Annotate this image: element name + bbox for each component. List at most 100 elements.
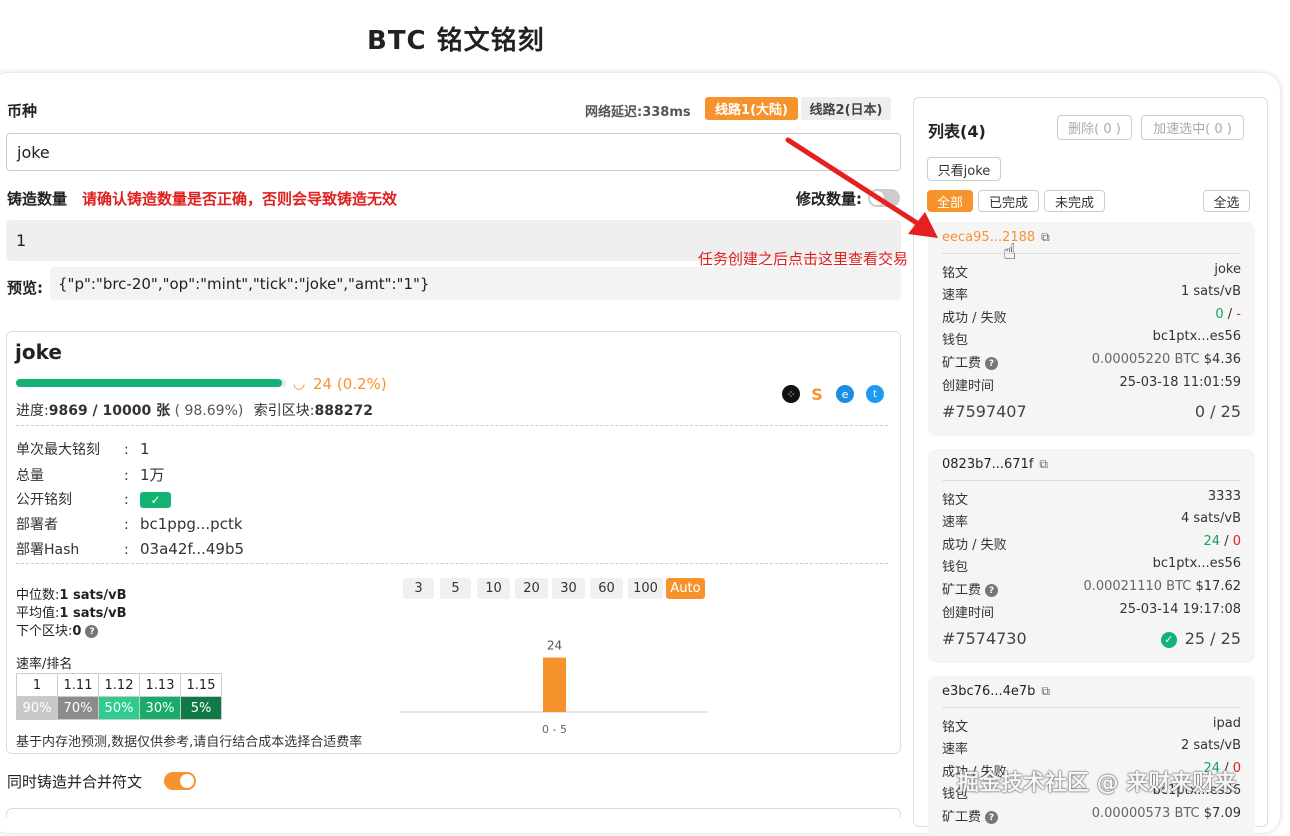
task-row: 创建时间 25-03-14 19:17:08 bbox=[942, 602, 1241, 621]
fee-chip-100[interactable]: 100 bbox=[628, 578, 663, 599]
fee-chip-10[interactable]: 10 bbox=[477, 578, 510, 599]
rate-cell[interactable]: 1.13 bbox=[139, 673, 181, 697]
divider bbox=[16, 425, 888, 426]
rate-rank-label: 速率/排名 bbox=[16, 657, 73, 672]
fee-chip-20[interactable]: 20 bbox=[515, 578, 548, 599]
rate-cell[interactable]: 1.12 bbox=[98, 673, 140, 697]
task-row: 矿工费? 0.00000573 BTC $7.09 bbox=[942, 806, 1241, 825]
fail-count: 0 bbox=[1232, 534, 1241, 549]
divider bbox=[942, 707, 1241, 708]
delete-button[interactable]: 删除( 0 ) bbox=[1057, 115, 1132, 140]
rate-cell[interactable]: 1.11 bbox=[57, 673, 99, 697]
token-detail-row: 部署者: bc1ppg...pctk bbox=[16, 514, 243, 534]
index-label: 索引区块: bbox=[253, 403, 315, 419]
task-id: #7574730 bbox=[942, 629, 1027, 648]
coin-input[interactable]: joke bbox=[6, 133, 901, 171]
rank-cell[interactable]: 90% bbox=[16, 696, 58, 720]
preview-value: {"p":"brc-20","op":"mint","tick":"joke",… bbox=[50, 267, 901, 300]
check-circle-icon: ✓ bbox=[1160, 631, 1177, 648]
external-link-icon[interactable]: ⧉ bbox=[1041, 230, 1050, 245]
swap-icon[interactable]: S bbox=[808, 385, 826, 404]
accelerate-button[interactable]: 加速选中( 0 ) bbox=[1141, 115, 1244, 140]
line1-button[interactable]: 线路1(大陆) bbox=[705, 97, 798, 120]
network-latency: 网络延迟:338ms bbox=[585, 105, 691, 120]
rank-cell[interactable]: 5% bbox=[180, 696, 222, 720]
progress-label: 进度: bbox=[16, 403, 49, 419]
task-row-key: 矿工费 bbox=[942, 810, 982, 825]
task-row: 矿工费? 0.00005220 BTC $4.36 bbox=[942, 352, 1241, 371]
fee-histogram: 24 0 - 5 bbox=[400, 639, 708, 736]
task-row-key: 速率 bbox=[942, 288, 969, 303]
task-fee: 0.00005220 BTC $4.36 bbox=[1092, 352, 1241, 371]
avg-label: 平均值: bbox=[16, 606, 60, 621]
external-link-icon[interactable]: ⧉ bbox=[1041, 684, 1050, 699]
detail-key: 部署Hash bbox=[16, 542, 80, 558]
task-row: 矿工费? 0.00021110 BTC $17.62 bbox=[942, 579, 1241, 598]
rank-cell[interactable]: 70% bbox=[57, 696, 99, 720]
index-value: 888272 bbox=[314, 403, 373, 419]
colon: : bbox=[124, 442, 129, 458]
line2-button[interactable]: 线路2(日本) bbox=[801, 97, 891, 120]
task-hash-link[interactable]: e3bc76...4e7b ⧉ bbox=[942, 684, 1050, 699]
progress-fill bbox=[16, 379, 283, 387]
external-link-icon[interactable]: ⧉ bbox=[1039, 457, 1048, 472]
fee-chip-5[interactable]: 5 bbox=[440, 578, 471, 599]
progress-line: 进度:9869 / 10000 张 ( 98.69%) 索引区块:888272 bbox=[16, 400, 373, 420]
mint-qty-label: 铸造数量 bbox=[7, 190, 68, 208]
filter-done[interactable]: 已完成 bbox=[978, 190, 1039, 212]
median-line: 中位数:1 sats/vB bbox=[16, 584, 127, 603]
filter-undone[interactable]: 未完成 bbox=[1044, 190, 1105, 212]
task-row-key: 创建时间 bbox=[942, 606, 995, 621]
detail-key: 部署者 bbox=[16, 517, 58, 533]
share-icon[interactable]: ⁘ bbox=[782, 385, 800, 403]
select-all-button[interactable]: 全选 bbox=[1203, 190, 1250, 212]
task-card[interactable]: eeca95...2188 ⧉ 铭文 joke 速率 1 sats/vB 成功 / 失败 0 … bbox=[928, 222, 1255, 436]
task-fee: 0.00021110 BTC $17.62 bbox=[1083, 579, 1241, 598]
rank-table: 1 1.11 1.12 1.13 1.15 90% 70% 50% 30% 5% bbox=[16, 673, 222, 720]
rank-cell[interactable]: 30% bbox=[139, 696, 181, 720]
task-row-key: 成功 / 失败 bbox=[942, 311, 1007, 326]
task-row-key: 铭文 bbox=[942, 266, 969, 281]
divider bbox=[942, 480, 1241, 481]
task-row-value: joke bbox=[1214, 262, 1241, 277]
merge-toggle[interactable] bbox=[164, 772, 196, 790]
progress-value: 9869 / 10000 张 bbox=[48, 403, 171, 419]
help-icon[interactable]: ? bbox=[985, 584, 999, 597]
explorer-icon[interactable]: e bbox=[836, 385, 854, 403]
success-count: 24 bbox=[1203, 534, 1221, 549]
histogram-bar bbox=[543, 657, 566, 712]
help-icon[interactable]: ? bbox=[85, 625, 99, 638]
preview-label: 预览: bbox=[7, 279, 43, 297]
progress-pct: ( 98.69%) bbox=[174, 403, 244, 419]
task-card[interactable]: 0823b7...671f ⧉ 铭文 3333 速率 4 sats/vB 成功 / 失败 24… bbox=[928, 449, 1255, 663]
watermark: 掘金技术社区 @ 来财来财来 bbox=[957, 771, 1237, 796]
task-row-key: 铭文 bbox=[942, 720, 969, 735]
avg-line: 平均值:1 sats/vB bbox=[16, 602, 127, 621]
fee-usd: $4.36 bbox=[1203, 352, 1241, 367]
detail-key: 总量 bbox=[16, 468, 44, 484]
task-card[interactable]: e3bc76...4e7b ⧉ 铭文 ipad 速率 2 sats/vB 成功 / 失败 24… bbox=[928, 676, 1255, 836]
task-row-key: 成功 / 失败 bbox=[942, 538, 1007, 553]
twitter-icon[interactable]: t bbox=[866, 385, 884, 403]
annotation-arrow bbox=[785, 137, 938, 238]
rate-cell[interactable]: 1.15 bbox=[180, 673, 222, 697]
colon: : bbox=[124, 468, 129, 484]
coin-label: 币种 bbox=[7, 102, 38, 120]
detail-value: 03a42f...49b5 bbox=[140, 540, 245, 558]
task-hash[interactable]: e3bc76...4e7b bbox=[942, 684, 1035, 699]
fee-chip-30[interactable]: 30 bbox=[552, 578, 585, 599]
detail-key: 公开铭刻 bbox=[16, 492, 72, 508]
task-hash[interactable]: 0823b7...671f bbox=[942, 457, 1033, 472]
task-row-value: bc1ptx...es56 bbox=[1152, 556, 1241, 571]
fee-chip-auto[interactable]: Auto bbox=[666, 578, 705, 599]
fee-chip-3[interactable]: 3 bbox=[403, 578, 434, 599]
task-row: 钱包 bc1ptx...es56 bbox=[942, 556, 1241, 575]
token-detail-row: 部署Hash:03a42f...49b5 bbox=[16, 539, 244, 559]
help-icon[interactable]: ? bbox=[985, 357, 999, 370]
rank-cell[interactable]: 50% bbox=[98, 696, 140, 720]
fee-chip-60[interactable]: 60 bbox=[590, 578, 623, 599]
divider bbox=[16, 563, 888, 564]
task-hash-link[interactable]: 0823b7...671f ⧉ bbox=[942, 457, 1048, 472]
rate-cell[interactable]: 1 bbox=[16, 673, 58, 697]
help-icon[interactable]: ? bbox=[985, 811, 999, 824]
